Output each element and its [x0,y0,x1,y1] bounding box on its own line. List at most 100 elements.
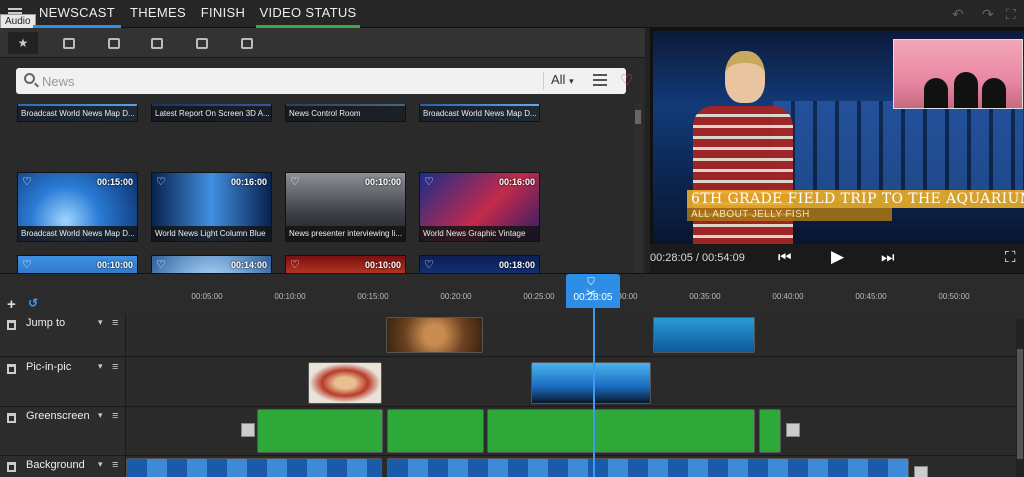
thumb-duration: 00:15:00 [96,177,133,187]
heart-filter-icon[interactable]: ♡ [620,71,633,89]
media-thumb[interactable]: ♡ 00:10:00 [285,255,406,273]
track-name: Pic-in-pic [26,361,72,373]
tick-label: 00:50:00 [938,292,970,301]
undo-icon[interactable]: ↶ [952,6,964,23]
timeline-clip[interactable] [257,409,383,453]
filter-value: All [551,72,566,87]
timeline-clip[interactable] [386,317,483,353]
track-menu-icon[interactable]: ≡ [112,410,118,422]
sliders-icon[interactable] [593,74,607,87]
timeline-undo-icon[interactable]: ↺ [28,296,38,310]
media-thumb[interactable]: News Control Room [285,104,406,122]
tab-video-status[interactable]: VIDEO STATUS [256,0,360,28]
tick-label: 00:20:00 [440,292,472,301]
lock-icon[interactable] [7,462,16,472]
thumb-duration: 00:16:00 [230,177,267,187]
thumb-caption: Broadcast World News Map D... [420,106,539,121]
media-thumb[interactable]: ♡ 00:18:00 [419,255,540,273]
tick-label: 00:10:00 [274,292,306,301]
media-thumb[interactable]: ♡ 00:16:00 World News Graphic Vintage [419,172,540,242]
scrollbar-thumb[interactable] [1017,349,1023,459]
redo-icon[interactable]: ↷ [982,6,994,23]
favorites-star-icon[interactable]: ★ [8,32,38,54]
timeline-clip[interactable] [308,362,382,404]
timeline-clip[interactable] [531,362,651,404]
lock-icon[interactable] [7,364,16,374]
thumb-caption: Broadcast World News Map D... [18,226,137,241]
skip-back-icon[interactable]: ⏮ [778,249,792,266]
heart-icon[interactable]: ♡ [22,258,32,271]
track-menu-icon[interactable]: ≡ [112,361,118,373]
video-preview-panel: 6TH GRADE FIELD TRIP TO THE AQUARIUM ALL… [650,28,1024,273]
library-scrollbar[interactable] [634,104,642,273]
track-name: Background [26,459,85,471]
media-grid: Broadcast World News Map D... Latest Rep… [0,104,632,273]
chevron-down-icon: ▾ [569,76,574,86]
track-menu-icon[interactable]: ≡ [112,459,118,471]
track-lane[interactable] [126,407,1024,455]
media-thumb[interactable]: ♡ 00:14:00 [151,255,272,273]
folder-add-icon[interactable] [58,32,80,54]
playhead-line[interactable] [593,308,595,477]
chevron-down-icon[interactable]: ▾ [98,410,103,421]
track-menu-icon[interactable]: ≡ [112,317,118,329]
track-background: Background ▾ ≡ [0,456,1024,477]
scrollbar-thumb[interactable] [635,110,641,124]
heart-icon[interactable]: ♡ [156,175,166,188]
timeline-scrollbar[interactable] [1016,319,1024,477]
tick-label: 00:05:00 [191,292,223,301]
track-lane[interactable] [126,358,1024,406]
chevron-down-icon[interactable]: ▾ [98,317,103,328]
search-bar: All ▾ ♡ [16,68,633,94]
heart-icon[interactable]: ♡ [156,258,166,271]
skip-forward-icon[interactable]: ⏭ [881,249,895,266]
playhead-handle[interactable]: ⛉✂ 00:28:05 [566,274,620,308]
trim-handle-icon[interactable] [241,423,255,437]
studio-background [773,101,1023,201]
timeline-clip[interactable] [487,409,755,453]
thumb-caption: News Control Room [286,106,405,121]
image-icon[interactable] [191,32,213,54]
media-thumb[interactable]: ♡ 00:10:00 News presenter interviewing l… [285,172,406,242]
fullscreen-icon[interactable]: ⛶ [1005,249,1016,266]
search-input[interactable] [42,71,522,91]
chevron-down-icon[interactable]: ▾ [98,459,103,470]
chevron-down-icon[interactable]: ▾ [98,361,103,372]
heart-icon[interactable]: ♡ [424,175,434,188]
trim-handle-icon[interactable] [914,466,928,477]
media-library-panel: ★ All ▾ ♡ Broadcast World News Map D... … [0,28,645,273]
timeline-ruler[interactable]: + ↺ 00:05:00 00:10:00 00:15:00 00:20:00 … [0,274,1024,314]
track-lane[interactable] [126,314,1024,356]
lock-icon[interactable] [7,413,16,423]
tab-newscast[interactable]: NEWSCAST [33,0,121,28]
music-icon[interactable] [146,32,168,54]
heart-icon[interactable]: ♡ [424,258,434,271]
timeline-clip[interactable] [387,458,909,477]
heart-icon[interactable]: ♡ [290,175,300,188]
lock-icon[interactable] [7,320,16,330]
tab-finish[interactable]: FINISH [194,0,252,28]
fullscreen-icon[interactable]: ⛶ [1006,6,1016,23]
gallery-icon[interactable] [236,32,258,54]
media-thumb[interactable]: ♡ 00:16:00 World News Light Column Blue [151,172,272,242]
play-icon[interactable]: ▶ [831,247,844,267]
heart-icon[interactable]: ♡ [22,175,32,188]
media-thumb[interactable]: ♡ 00:10:00 [17,255,138,273]
track-lane[interactable] [126,456,1024,477]
video-frame[interactable]: 6TH GRADE FIELD TRIP TO THE AQUARIUM ALL… [653,31,1024,244]
marker-icon[interactable]: ⛉ [587,277,609,288]
trim-handle-icon[interactable] [786,423,800,437]
timeline-clip[interactable] [653,317,755,353]
text-icon[interactable] [103,32,125,54]
media-thumb[interactable]: Broadcast World News Map D... [419,104,540,122]
filter-select[interactable]: All ▾ [551,72,574,87]
timeline-clip[interactable] [759,409,781,453]
add-track-icon[interactable]: + [7,296,16,313]
media-thumb[interactable]: Broadcast World News Map D... [17,104,138,122]
heart-icon[interactable]: ♡ [290,258,300,271]
timeline-clip[interactable] [387,409,484,453]
media-thumb[interactable]: ♡ 00:15:00 Broadcast World News Map D... [17,172,138,242]
timeline-clip[interactable] [126,458,382,477]
media-thumb[interactable]: Latest Report On Screen 3D A... [151,104,272,122]
tab-themes[interactable]: THEMES [124,0,192,28]
